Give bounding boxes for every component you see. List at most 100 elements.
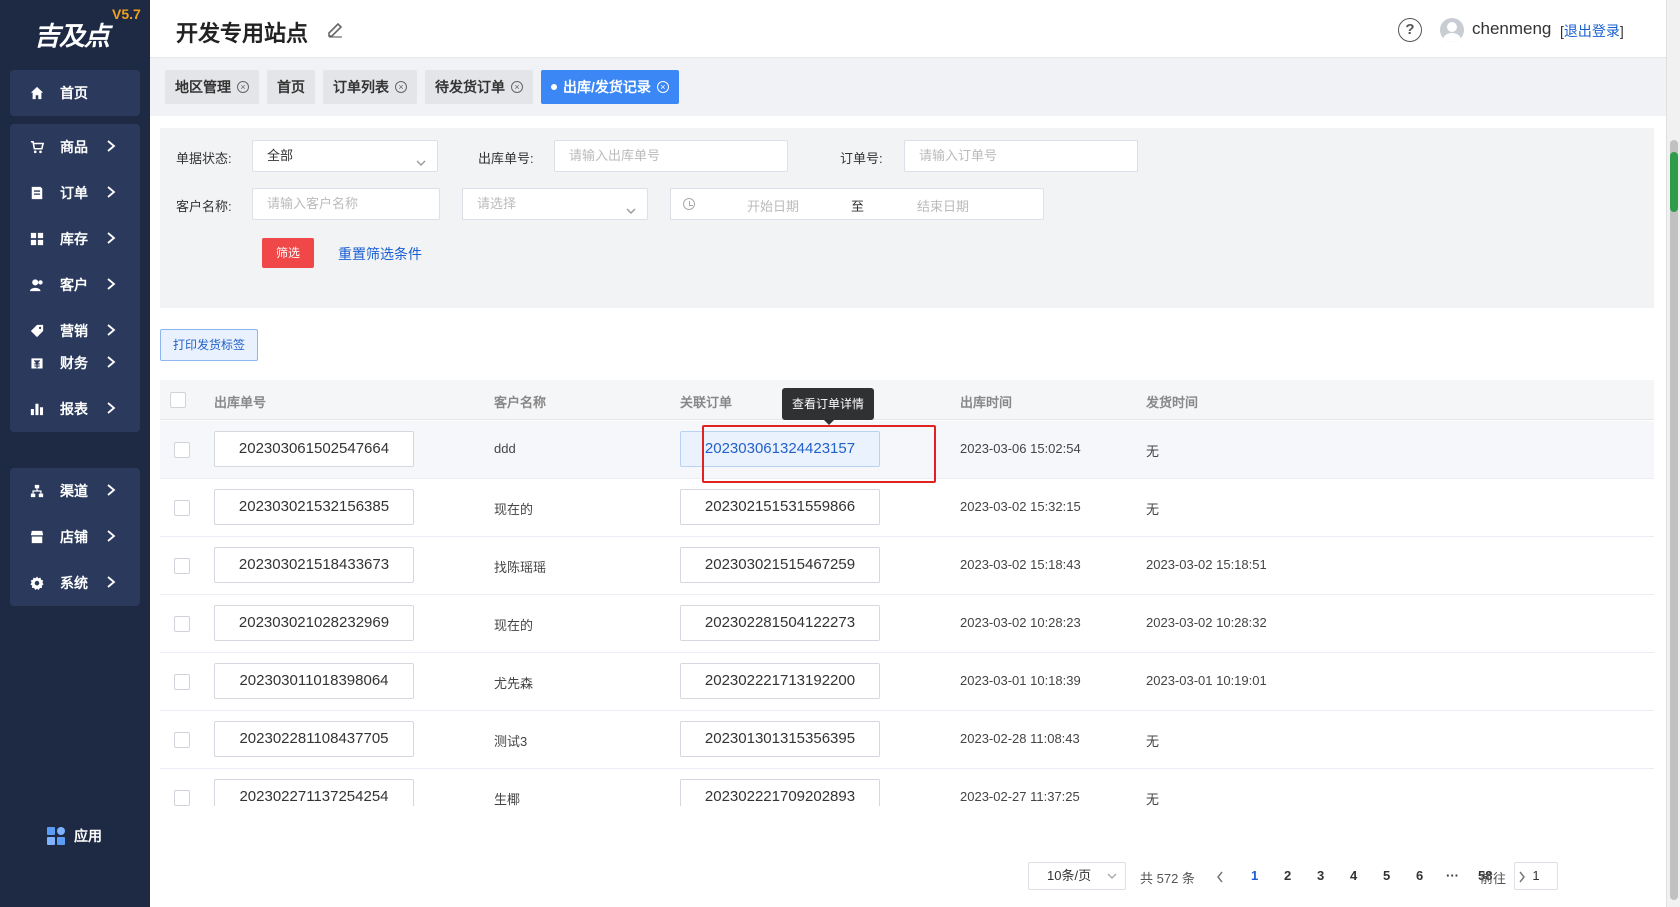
sidebar-item-label: 客户 — [60, 277, 88, 293]
sidebar-item-finance[interactable]: 财务 — [10, 340, 140, 386]
sidebar-item-orders[interactable]: 订单 — [10, 170, 140, 216]
chevron-down-icon — [625, 198, 636, 214]
select-all-checkbox[interactable] — [170, 392, 186, 408]
order-no-label: 订单号: — [840, 151, 883, 166]
range-separator: 至 — [851, 199, 865, 214]
page-ellipsis[interactable]: ··· — [1446, 868, 1459, 883]
sidebar: 吉及点 V5.7 首页 商品 订单 库存 客户 营销 财务 报表 渠道 店铺 系… — [0, 0, 150, 907]
page-button[interactable]: 1 — [1251, 868, 1258, 883]
highlight-box — [702, 425, 936, 483]
close-icon[interactable]: × — [395, 81, 407, 93]
sidebar-item-goods[interactable]: 商品 — [10, 124, 140, 170]
out-time-cell: 2023-02-28 11:08:43 — [960, 731, 1080, 746]
filter-panel: 单据状态: 全部 出库单号: 请输入出库单号 订单号: 请输入订单号 客户名称:… — [160, 128, 1654, 308]
page-button[interactable]: 5 — [1383, 868, 1390, 883]
page-button[interactable]: 4 — [1350, 868, 1357, 883]
close-icon[interactable]: × — [237, 81, 249, 93]
close-icon[interactable]: × — [511, 81, 523, 93]
outbound-no-cell: 202303061502547664 — [214, 431, 414, 467]
ship-time-cell: 无 — [1146, 444, 1160, 459]
type-select[interactable]: 请选择 — [462, 188, 648, 220]
sidebar-item-label: 营销 — [60, 323, 88, 339]
main-content: 单据状态: 全部 出库单号: 请输入出库单号 订单号: 请输入订单号 客户名称:… — [150, 116, 1666, 907]
sidebar-item-label: 订单 — [60, 185, 88, 201]
sidebar-item-label: 渠道 — [60, 483, 88, 499]
chevron-down-icon — [1107, 873, 1117, 879]
status-label: 单据状态: — [176, 151, 232, 166]
outbound-no-cell: 202303021518433673 — [214, 547, 414, 583]
help-icon[interactable]: ? — [1398, 18, 1422, 42]
sidebar-item-reports[interactable]: 报表 — [10, 386, 140, 432]
home-icon — [30, 86, 44, 100]
order-no-placeholder: 请输入订单号 — [919, 148, 998, 163]
outbound-no-cell: 202302281108437705 — [214, 721, 414, 757]
prev-page-icon[interactable] — [1216, 870, 1226, 883]
order-link[interactable]: 202302281504122273 — [680, 605, 880, 641]
tab-home[interactable]: 首页 — [267, 70, 315, 104]
page-size-select[interactable]: 10条/页 — [1028, 862, 1126, 890]
reset-filter-link[interactable]: 重置筛选条件 — [338, 244, 422, 264]
order-link[interactable]: 202303021515467259 — [680, 547, 880, 583]
sidebar-item-channels[interactable]: 渠道 — [10, 468, 140, 514]
tab-bar: 地区管理 × 首页 订单列表 × 待发货订单 × 出库/发货记录 × — [165, 70, 679, 104]
tag-icon — [30, 324, 44, 338]
order-link[interactable]: 202302151531559866 — [680, 489, 880, 525]
row-checkbox[interactable] — [174, 790, 190, 806]
sidebar-item-label: 商品 — [60, 139, 88, 155]
sidebar-item-label: 首页 — [60, 85, 88, 101]
gear-icon — [30, 576, 44, 590]
page-size-value: 10条/页 — [1047, 868, 1092, 883]
tab-label: 订单列表 — [333, 79, 389, 95]
row-checkbox[interactable] — [174, 732, 190, 748]
chevron-right-icon — [106, 575, 120, 589]
scrollbar-thumb[interactable] — [1670, 140, 1678, 900]
sidebar-item-system[interactable]: 系统 — [10, 560, 140, 606]
tab-outbound-records[interactable]: 出库/发货记录 × — [541, 70, 679, 104]
filter-button[interactable]: 筛选 — [262, 238, 314, 268]
end-date-placeholder: 结束日期 — [917, 199, 970, 214]
row-checkbox[interactable] — [174, 442, 190, 458]
sidebar-item-label: 财务 — [60, 355, 88, 371]
avatar[interactable] — [1440, 18, 1464, 42]
date-range-picker[interactable]: 开始日期 至 结束日期 — [670, 188, 1044, 220]
table-header: 出库单号 客户名称 关联订单 出库时间 发货时间 — [160, 380, 1654, 420]
order-no-input[interactable]: 请输入订单号 — [904, 140, 1138, 172]
tab-region-management[interactable]: 地区管理 × — [165, 70, 259, 104]
order-link[interactable]: 202302221713192200 — [680, 663, 880, 699]
version-badge: V5.7 — [112, 6, 141, 22]
tab-pending-shipment[interactable]: 待发货订单 × — [425, 70, 533, 104]
row-checkbox[interactable] — [174, 500, 190, 516]
page-button[interactable]: 3 — [1317, 868, 1324, 883]
logout-link[interactable]: 退出登录 — [1564, 23, 1620, 39]
out-time-cell: 2023-03-06 15:02:54 — [960, 441, 1081, 456]
goto-page-input[interactable]: 1 — [1514, 862, 1558, 890]
status-value: 全部 — [267, 148, 294, 163]
edit-icon[interactable] — [326, 20, 344, 38]
customer-input[interactable]: 请输入客户名称 — [252, 188, 440, 220]
ship-time-cell: 2023-03-01 10:19:01 — [1146, 673, 1267, 688]
close-icon[interactable]: × — [656, 81, 669, 93]
order-link[interactable]: 202302221709202893 — [680, 779, 880, 806]
order-link[interactable]: 202301301315356395 — [680, 721, 880, 757]
logo-text: 吉及点 — [34, 22, 110, 52]
active-dot-icon — [551, 84, 557, 90]
scrollbar[interactable] — [1666, 0, 1680, 907]
chevron-right-icon — [106, 401, 120, 415]
sidebar-item-stores[interactable]: 店铺 — [10, 514, 140, 560]
tab-order-list[interactable]: 订单列表 × — [323, 70, 417, 104]
table-row: 202303021518433673 找陈瑶瑶 2023030215154672… — [160, 537, 1654, 595]
sidebar-item-home[interactable]: 首页 — [10, 70, 140, 116]
sidebar-item-customers[interactable]: 客户 — [10, 262, 140, 308]
print-label-button[interactable]: 打印发货标签 — [160, 329, 258, 361]
row-checkbox[interactable] — [174, 616, 190, 632]
row-checkbox[interactable] — [174, 674, 190, 690]
status-select[interactable]: 全部 — [252, 140, 438, 172]
outbound-no-input[interactable]: 请输入出库单号 — [554, 140, 788, 172]
chevron-right-icon — [106, 185, 120, 199]
sidebar-item-inventory[interactable]: 库存 — [10, 216, 140, 262]
row-checkbox[interactable] — [174, 558, 190, 574]
page-button[interactable]: 6 — [1416, 868, 1423, 883]
inventory-icon — [30, 232, 44, 246]
page-button[interactable]: 2 — [1284, 868, 1291, 883]
apps-button[interactable]: 应用 — [46, 826, 102, 846]
